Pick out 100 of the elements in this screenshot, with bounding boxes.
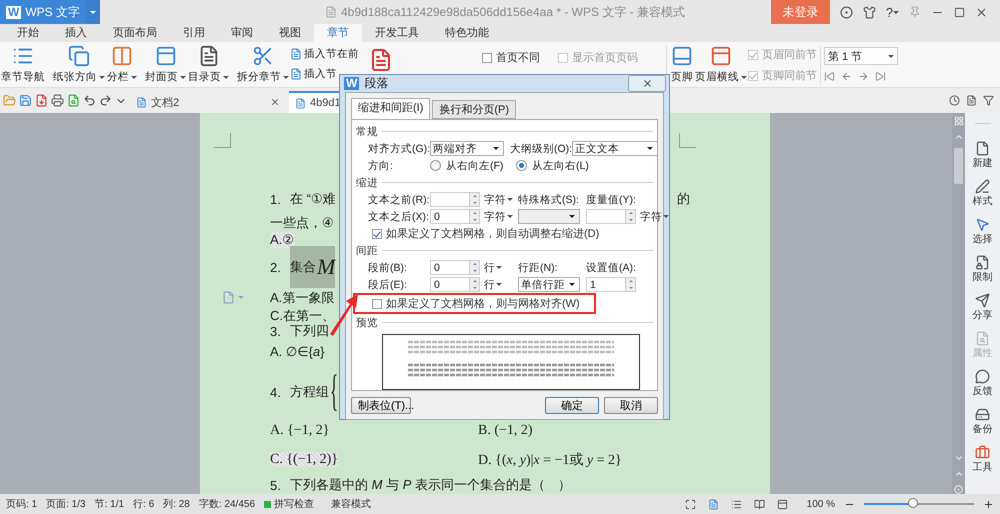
- web-view-icon[interactable]: [776, 498, 788, 510]
- fullscreen-icon[interactable]: [684, 498, 696, 510]
- answer-text: A.②: [270, 232, 294, 248]
- menu-tab[interactable]: 章节: [314, 24, 362, 42]
- menu-tab[interactable]: 特色功能: [432, 24, 502, 42]
- radio-button[interactable]: [430, 160, 441, 171]
- checkbox-label: 首页不同: [496, 51, 540, 65]
- unit-dropdown[interactable]: 行: [480, 278, 518, 292]
- document-icon[interactable]: [966, 95, 977, 106]
- close-icon[interactable]: [975, 6, 988, 18]
- scrollbar[interactable]: [952, 113, 965, 494]
- zoom-slider[interactable]: [864, 498, 974, 510]
- number-field[interactable]: 0: [430, 260, 480, 275]
- unit-dropdown[interactable]: 字符: [636, 210, 670, 224]
- ribbon-button[interactable]: 页脚: [670, 42, 694, 84]
- sidebar-button[interactable]: 备份: [972, 402, 992, 440]
- caret-icon: [223, 76, 229, 78]
- zoom-in-icon[interactable]: [983, 498, 994, 510]
- unit-dropdown[interactable]: 字符: [480, 210, 518, 224]
- checkbox-label: 页脚同前节: [762, 69, 817, 83]
- close-icon[interactable]: [270, 97, 280, 107]
- pin-icon[interactable]: [909, 6, 921, 18]
- circle-icon[interactable]: [840, 6, 853, 18]
- paragraph-marker-icon[interactable]: [222, 291, 235, 304]
- dialog-tab[interactable]: 缩进和间距(I): [351, 98, 430, 119]
- save-icon[interactable]: [19, 94, 32, 107]
- ribbon-button[interactable]: 封面页: [144, 42, 187, 84]
- outline-select[interactable]: 正文文本: [572, 141, 658, 156]
- menu-tab[interactable]: 视图: [266, 24, 314, 42]
- ribbon-button[interactable]: 拆分章节: [236, 42, 290, 84]
- sidebar-button[interactable]: 反馈: [972, 364, 992, 402]
- caret-icon: [283, 76, 289, 78]
- scissors-icon: [252, 45, 274, 67]
- print-icon[interactable]: [51, 94, 64, 107]
- unit-dropdown[interactable]: 行: [480, 260, 518, 274]
- ribbon-button[interactable]: 纸张方向: [52, 42, 106, 84]
- pages-icon: [68, 45, 90, 67]
- grid-icon[interactable]: [954, 116, 964, 126]
- next-icon[interactable]: [858, 71, 869, 82]
- ribbon-button[interactable]: 插入节在前: [290, 47, 359, 61]
- last-icon[interactable]: [875, 71, 886, 82]
- alignment-select[interactable]: 两端对齐: [430, 141, 504, 156]
- section-select[interactable]: 第 1 节: [824, 47, 898, 65]
- delete-section-icon[interactable]: [369, 48, 393, 72]
- menu-tab[interactable]: 审阅: [218, 24, 266, 42]
- field-label: 特殊格式(S):: [518, 192, 580, 206]
- sidebar-button[interactable]: 工具: [972, 440, 992, 478]
- number-field[interactable]: [586, 209, 636, 224]
- ribbon-button[interactable]: 目录页: [187, 42, 230, 84]
- dialog-button[interactable]: 取消: [604, 397, 658, 414]
- caret-icon[interactable]: [90, 10, 96, 14]
- radio-button[interactable]: [516, 160, 527, 171]
- app-menu-button[interactable]: W WPS 文字: [0, 0, 86, 24]
- sidebar-button[interactable]: 选择: [972, 212, 992, 250]
- ribbon-button[interactable]: 章节导航: [0, 42, 46, 84]
- checkbox[interactable]: [482, 52, 492, 62]
- menu-tab[interactable]: 页面布局: [100, 24, 170, 42]
- document-tab[interactable]: 文档2: [130, 91, 286, 113]
- slider-thumb[interactable]: [908, 498, 918, 508]
- menu-tab[interactable]: 开发工具: [362, 24, 432, 42]
- page-view-icon[interactable]: [708, 498, 719, 510]
- pdf-icon[interactable]: [35, 94, 48, 107]
- sidebar-button[interactable]: 样式: [972, 174, 992, 212]
- sidebar-button[interactable]: 新建: [972, 136, 992, 174]
- checkbox[interactable]: [372, 298, 382, 308]
- dialog-button[interactable]: 制表位(T)...: [351, 397, 411, 414]
- sidebar-button[interactable]: 分享: [972, 288, 992, 326]
- sidebar-button[interactable]: 限制: [972, 250, 992, 288]
- line-spacing-select[interactable]: 单倍行距: [518, 277, 580, 292]
- menu-tab[interactable]: 插入: [52, 24, 100, 42]
- clock-icon[interactable]: [949, 95, 960, 106]
- reading-view-icon[interactable]: [754, 498, 765, 510]
- number-field[interactable]: [430, 192, 480, 207]
- filter-icon[interactable]: [983, 95, 994, 106]
- dialog-button[interactable]: 确定: [545, 397, 599, 414]
- checkbox[interactable]: [372, 228, 382, 238]
- caret-icon: [180, 76, 186, 78]
- shirt-icon[interactable]: [862, 6, 876, 18]
- redo-icon[interactable]: [99, 94, 112, 107]
- menu-tab[interactable]: 引用: [170, 24, 218, 42]
- question-number: 2.: [270, 260, 282, 274]
- browse-object-icon[interactable]: [954, 485, 963, 494]
- undo-icon[interactable]: [83, 94, 96, 107]
- special-format-select[interactable]: [518, 209, 580, 224]
- previous-icon[interactable]: [841, 71, 852, 82]
- ribbon-button[interactable]: 分栏: [106, 42, 138, 84]
- close-button[interactable]: [628, 75, 666, 92]
- scroll-thumb[interactable]: [954, 148, 963, 184]
- number-field[interactable]: 0: [430, 277, 480, 292]
- maximize-icon[interactable]: [954, 6, 965, 18]
- number-field[interactable]: 1: [586, 277, 636, 292]
- first-icon[interactable]: [824, 71, 835, 82]
- menu-tab[interactable]: 开始: [4, 24, 52, 42]
- unit-dropdown[interactable]: 字符: [480, 192, 518, 206]
- spell-check-button[interactable]: 拼写检查: [274, 497, 314, 511]
- folder-icon[interactable]: [3, 94, 16, 107]
- help-button[interactable]: ?: [886, 4, 899, 20]
- number-field[interactable]: 0: [430, 209, 480, 224]
- dialog-tab[interactable]: 换行和分页(P): [432, 100, 516, 119]
- checkbox-label: 如果定义了文档网格，则自动调整右缩进(D): [386, 226, 600, 241]
